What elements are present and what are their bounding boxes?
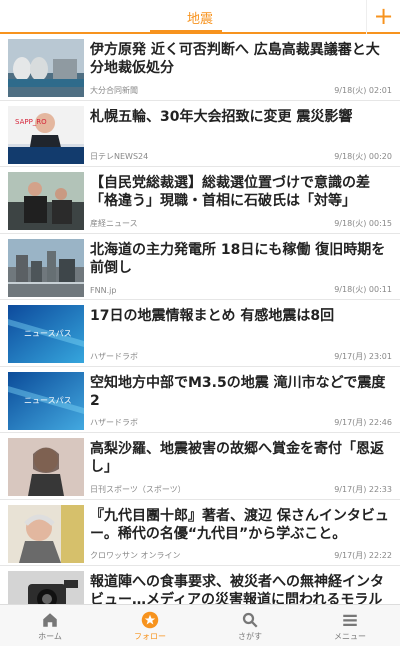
home-icon (43, 613, 57, 627)
article-title: 【自民党総裁選】総裁選位置づけで意識の差 「格違う」現職・首相に石破氏は「対等」 (90, 175, 370, 209)
article-time: 9/18(火) 00:15 (334, 218, 392, 228)
article-source: 日テレNEWS24 (90, 152, 149, 161)
article-thumbnail (8, 172, 84, 230)
app-header: 地震 + (0, 0, 400, 34)
plus-icon[interactable]: + (366, 0, 400, 34)
article-title: 17日の地震情報まとめ 有感地震は8回 (90, 308, 335, 324)
article-time: 9/18(火) 02:01 (334, 85, 392, 95)
article-list: 伊方原発 近く可否判断へ 広島高裁異議審と大分地裁仮処分 大分合同新聞 9/18… (0, 34, 400, 604)
thumbnail-text: SAPP_RO (15, 118, 47, 126)
article-thumbnail: ニュースパス (8, 305, 84, 363)
tab-follow[interactable]: フォロー (100, 605, 200, 646)
article-source: FNN.jp (90, 286, 117, 295)
article-time: 9/18(火) 00:20 (334, 152, 392, 161)
article-item[interactable]: ニュースパス 空知地方中部でM3.5の地震 滝川市などで震度2 ハザードラボ 9… (0, 367, 400, 433)
article-item[interactable]: 高梨沙羅、地震被害の故郷へ賞金を寄付「恩返し」 日刊スポーツ（スポーツ） 9/1… (0, 433, 400, 500)
star-icon (141, 611, 159, 629)
article-thumbnail (8, 39, 84, 97)
article-source: 日刊スポーツ（スポーツ） (90, 484, 186, 494)
article-title: 伊方原発 近く可否判断へ 広島高裁異議審と大分地裁仮処分 (90, 42, 380, 76)
article-title: 札幌五輪、30年大会招致に変更 震災影響 (90, 108, 353, 125)
article-item[interactable]: SAPP_RO 札幌五輪、30年大会招致に変更 震災影響 日テレNEWS24 9… (0, 101, 400, 167)
article-time: 9/17(月) 23:01 (334, 351, 392, 361)
article-item[interactable]: 北海道の主力発電所 18日にも稼働 復旧時期を前倒し FNN.jp 9/18(火… (0, 234, 400, 300)
article-thumbnail (8, 571, 84, 604)
article-source: ハザードラボ (90, 351, 138, 361)
tab-label: さがす (238, 632, 262, 641)
article-item[interactable]: 伊方原発 近く可否判断へ 広島高裁異議審と大分地裁仮処分 大分合同新聞 9/18… (0, 34, 400, 101)
active-tab-indicator (150, 30, 222, 33)
article-thumbnail: SAPP_RO (8, 105, 84, 164)
menu-icon (343, 614, 357, 626)
tab-label: フォロー (134, 632, 166, 641)
bottom-tab-bar: ホーム フォロー さがす メニュー (0, 604, 400, 646)
tab-label: メニュー (334, 632, 366, 641)
article-time: 9/17(月) 22:46 (334, 418, 392, 427)
tab-search[interactable]: さがす (200, 605, 300, 646)
article-source: ハザードラボ (90, 418, 138, 427)
article-title: 報道陣への食事要求、被災者への無神経インタビュー…メディアの災害報道に問われるモ… (90, 574, 384, 604)
tab-home[interactable]: ホーム (0, 605, 100, 646)
tab-menu[interactable]: メニュー (300, 605, 400, 646)
tab-label: ホーム (38, 632, 62, 641)
article-item[interactable]: 【自民党総裁選】総裁選位置づけで意識の差 「格違う」現職・首相に石破氏は「対等」… (0, 167, 400, 234)
article-title: 高梨沙羅、地震被害の故郷へ賞金を寄付「恩返し」 (90, 441, 384, 475)
article-title: 『九代目團十郎』著者、渡辺 保さんインタビュー。稀代の名優“九代目”から学ぶこと… (90, 507, 389, 542)
article-item[interactable]: 報道陣への食事要求、被災者への無神経インタビュー…メディアの災害報道に問われるモ… (0, 566, 400, 604)
article-thumbnail (8, 504, 84, 563)
article-thumbnail (8, 238, 84, 297)
article-time: 9/17(月) 22:22 (334, 551, 392, 560)
article-title: 空知地方中部でM3.5の地震 滝川市などで震度2 (90, 374, 386, 409)
article-time: 9/17(月) 22:33 (334, 484, 392, 494)
article-source: クロワッサン オンライン (90, 551, 181, 560)
search-icon (242, 612, 258, 628)
article-time: 9/18(火) 00:11 (334, 285, 392, 294)
thumbnail-text: ニュースパス (24, 329, 72, 338)
article-item[interactable]: ニュースパス 17日の地震情報まとめ 有感地震は8回 ハザードラボ 9/17(月… (0, 300, 400, 367)
article-source: 産経ニュース (90, 218, 138, 228)
thumbnail-text: ニュースパス (24, 396, 72, 405)
category-title[interactable]: 地震 (0, 8, 400, 27)
article-title: 北海道の主力発電所 18日にも稼働 復旧時期を前倒し (90, 241, 386, 276)
article-thumbnail: ニュースパス (8, 371, 84, 430)
article-item[interactable]: 『九代目團十郎』著者、渡辺 保さんインタビュー。稀代の名優“九代目”から学ぶこと… (0, 500, 400, 566)
article-source: 大分合同新聞 (90, 85, 138, 95)
article-thumbnail (8, 438, 84, 496)
